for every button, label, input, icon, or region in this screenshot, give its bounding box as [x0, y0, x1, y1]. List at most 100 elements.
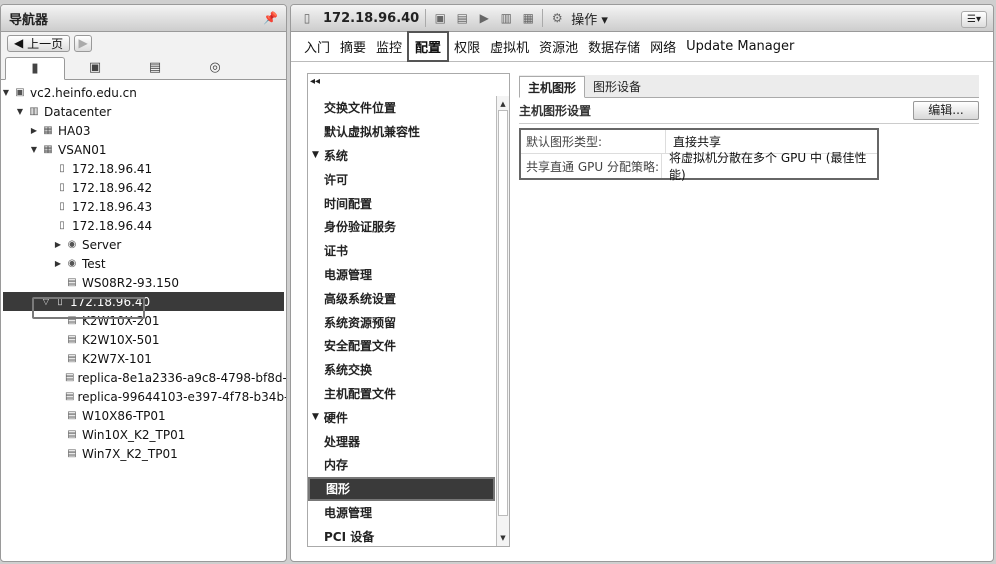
- forward-button[interactable]: ▶: [74, 34, 93, 52]
- collapse-icon[interactable]: ▶: [53, 259, 63, 268]
- menu-system-swap[interactable]: 系统交换: [308, 358, 495, 382]
- inventory-tree: ▼ ▣ vc2.heinfo.edu.cn ▼ ▥ Datacenter ▶ ▦ HA03 …: [1, 80, 286, 463]
- resource-pool-icon: ◉: [67, 258, 77, 269]
- menu-pci-devices[interactable]: PCI 设备: [308, 524, 495, 548]
- host-profile-icon[interactable]: ▦: [520, 10, 536, 26]
- menu-licensing[interactable]: 许可: [308, 167, 495, 191]
- tree-label: 172.18.96.43: [72, 199, 153, 214]
- vms-templates-tab-icon[interactable]: ▣: [65, 56, 125, 79]
- menu-hw-power-mgmt[interactable]: 电源管理: [308, 501, 495, 525]
- configure-menu-list: 交换文件位置 默认虚拟机兼容性 ▼ 系统 许可 时间配置 身份验证服务 证书 电源…: [308, 96, 495, 548]
- menu-processors[interactable]: 处理器: [308, 429, 495, 453]
- menu-host-profile[interactable]: 主机配置文件: [308, 382, 495, 406]
- vm-icon: ▤: [65, 372, 75, 383]
- menu-swap-location[interactable]: 交换文件位置: [308, 96, 495, 120]
- tree-vm[interactable]: ▤ Win10X_K2_TP01: [1, 425, 286, 444]
- expand-icon[interactable]: ▼: [1, 88, 11, 97]
- network-tab-icon[interactable]: ◎: [185, 56, 245, 79]
- tree-host[interactable]: ▯ 172.18.96.44: [1, 216, 286, 235]
- tab-configure[interactable]: 配置: [407, 31, 450, 62]
- menu-group-hardware[interactable]: ▼ 硬件: [308, 405, 495, 429]
- collapse-panel-icon[interactable]: ◂◂: [310, 76, 320, 87]
- section-header: 主机图形设置 编辑...: [519, 98, 979, 124]
- group-label: 系统: [323, 148, 348, 163]
- tree-vm[interactable]: ▤ Win7X_K2_TP01: [1, 444, 286, 463]
- scroll-up-icon[interactable]: ▲: [497, 98, 509, 110]
- tree-vm[interactable]: ▤ replica-99644103-e397-4f78-b34b-...: [1, 387, 286, 406]
- menu-time-config[interactable]: 时间配置: [308, 191, 495, 215]
- tab-graphics-devices[interactable]: 图形设备: [585, 75, 649, 97]
- section-title: 主机图形设置: [519, 104, 592, 118]
- tree-label: 172.18.96.44: [72, 218, 153, 233]
- maintenance-icon[interactable]: ▥: [498, 10, 514, 26]
- tree-pool-server[interactable]: ▶ ◉ Server: [1, 235, 286, 254]
- graphics-content: 主机图形 图形设备 主机图形设置 编辑... 默认图形类型: 直接共享 共享直通…: [519, 75, 979, 182]
- tree-host[interactable]: ▯ 172.18.96.42: [1, 178, 286, 197]
- collapse-icon[interactable]: ▶: [29, 126, 39, 135]
- tab-networks[interactable]: 网络: [645, 37, 681, 56]
- tree-vm[interactable]: ▤ replica-8e1a2336-a9c8-4798-bf8d-...: [1, 368, 286, 387]
- menu-group-system[interactable]: ▼ 系统: [308, 144, 495, 168]
- scroll-thumb[interactable]: [498, 110, 508, 516]
- scroll-down-icon[interactable]: ▼: [497, 532, 509, 544]
- menu-certificate[interactable]: 证书: [308, 239, 495, 263]
- object-toolbar: ▯ 172.18.96.40 ▣ ▤ ▶ ▥ ▦ ⚙ 操作 ▾ ☰▾: [291, 5, 993, 32]
- tree-datacenter[interactable]: ▼ ▥ Datacenter: [1, 102, 286, 121]
- tab-monitor[interactable]: 监控: [371, 37, 407, 56]
- tab-getting-started[interactable]: 入门: [299, 37, 335, 56]
- power-on-icon[interactable]: ▶: [476, 10, 492, 26]
- host-icon: ▯: [303, 11, 311, 25]
- menu-memory[interactable]: 内存: [308, 453, 495, 477]
- cluster-icon: ▦: [43, 125, 53, 136]
- tree-vm[interactable]: ▤ K2W7X-101: [1, 349, 286, 368]
- gear-icon[interactable]: ⚙: [549, 10, 565, 26]
- expand-icon: ▼: [312, 412, 319, 423]
- resource-pool-icon: ◉: [67, 239, 77, 250]
- pin-icon[interactable]: 📌: [263, 11, 278, 25]
- tree-host[interactable]: ▯ 172.18.96.41: [1, 159, 286, 178]
- expand-icon[interactable]: ▼: [15, 107, 25, 116]
- view-menu-button[interactable]: ☰▾: [961, 11, 987, 28]
- collapse-icon[interactable]: ▶: [53, 240, 63, 249]
- menu-auth-services[interactable]: 身份验证服务: [308, 215, 495, 239]
- menu-scrollbar[interactable]: ▲ ▼: [496, 96, 509, 546]
- tree-pool-test[interactable]: ▶ ◉ Test: [1, 254, 286, 273]
- tree-vcenter[interactable]: ▼ ▣ vc2.heinfo.edu.cn: [1, 83, 286, 102]
- tab-host-graphics[interactable]: 主机图形: [519, 76, 586, 98]
- edit-button[interactable]: 编辑...: [913, 101, 979, 120]
- back-button[interactable]: ◀ 上一页: [7, 34, 71, 52]
- tab-vms[interactable]: 虚拟机: [485, 37, 534, 56]
- storage-tab-icon[interactable]: ▤: [125, 56, 185, 79]
- menu-resource-reservation[interactable]: 系统资源预留: [308, 310, 495, 334]
- property-key: 默认图形类型:: [521, 130, 666, 153]
- tab-summary[interactable]: 摘要: [335, 37, 371, 56]
- menu-vm-compat[interactable]: 默认虚拟机兼容性: [308, 120, 495, 144]
- tree-vm[interactable]: ▤ WS08R2-93.150: [1, 273, 286, 292]
- navigator-panel: 导航器 📌 ◀ 上一页 ▶ ▮ ▣ ▤ ◎ ▼ ▣ vc2.heinfo.edu.c…: [0, 4, 287, 562]
- vm-icon: ▤: [65, 391, 75, 402]
- back-arrow-icon: ◀: [14, 36, 24, 50]
- tab-datastores[interactable]: 数据存储: [583, 37, 645, 56]
- menu-advanced-settings[interactable]: 高级系统设置: [308, 286, 495, 310]
- vm-icon: ▤: [67, 429, 77, 440]
- new-vm-icon[interactable]: ▣: [432, 10, 448, 26]
- object-title: 172.18.96.40: [323, 10, 420, 26]
- deploy-ovf-icon[interactable]: ▤: [454, 10, 470, 26]
- actions-menu[interactable]: 操作 ▾: [571, 9, 608, 28]
- menu-power-mgmt[interactable]: 电源管理: [308, 263, 495, 287]
- tree-vm[interactable]: ▤ W10X86-TP01: [1, 406, 286, 425]
- toolbar-divider: [425, 9, 427, 27]
- expand-icon[interactable]: ▼: [29, 145, 39, 154]
- graphics-tabs: 主机图形 图形设备: [519, 75, 979, 98]
- tree-host[interactable]: ▯ 172.18.96.43: [1, 197, 286, 216]
- tab-update-manager[interactable]: Update Manager: [681, 39, 799, 54]
- tab-resource-pools[interactable]: 资源池: [534, 37, 583, 56]
- object-tabs: 入门 摘要 监控 配置 权限 虚拟机 资源池 数据存储 网络 Update Ma…: [291, 31, 993, 62]
- tree-cluster-ha03[interactable]: ▶ ▦ HA03: [1, 121, 286, 140]
- tree-vm[interactable]: ▤ K2W10X-501: [1, 330, 286, 349]
- hosts-clusters-tab-icon[interactable]: ▮: [5, 57, 65, 80]
- menu-security-profile[interactable]: 安全配置文件: [308, 334, 495, 358]
- menu-graphics[interactable]: 图形: [308, 476, 495, 501]
- tab-permissions[interactable]: 权限: [449, 37, 485, 56]
- tree-cluster-vsan01[interactable]: ▼ ▦ VSAN01: [1, 140, 286, 159]
